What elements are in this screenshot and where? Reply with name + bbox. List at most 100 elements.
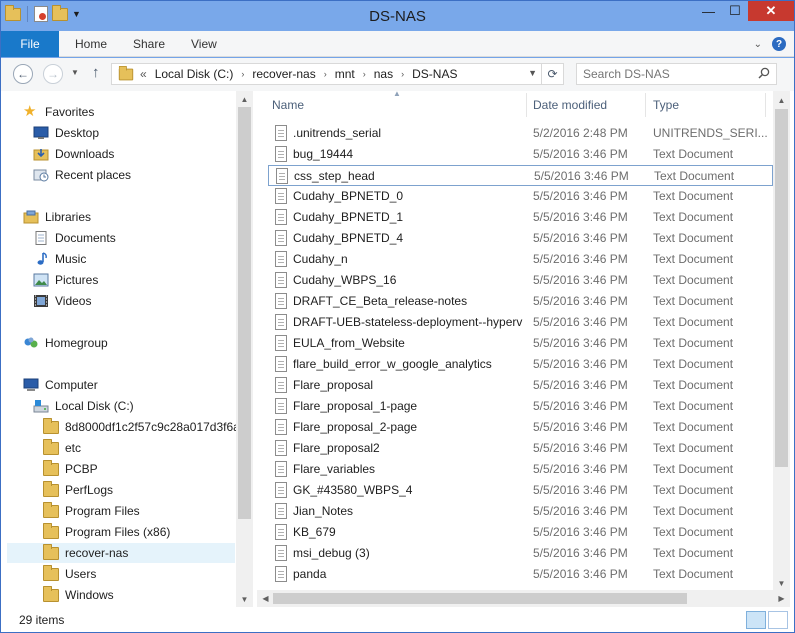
nav-recent-places[interactable]: Recent places — [33, 165, 131, 185]
breadcrumb-separator-icon[interactable]: › — [401, 69, 404, 79]
scroll-left-icon[interactable]: ◀ — [257, 591, 274, 605]
nav-libraries[interactable]: Libraries — [23, 207, 91, 227]
column-header-date[interactable]: Date modified — [533, 91, 607, 119]
maximize-button[interactable]: ☐ — [722, 1, 748, 21]
nav-folder[interactable]: Windows — [43, 585, 114, 605]
file-row[interactable]: bug_19444 5/5/2016 3:46 PM Text Document — [268, 144, 773, 165]
address-bar[interactable]: « Local Disk (C:) › recover-nas › mnt › … — [111, 63, 564, 85]
file-row[interactable]: Flare_variables 5/5/2016 3:46 PM Text Docu… — [268, 459, 773, 480]
scroll-down-icon[interactable]: ▼ — [236, 592, 253, 606]
search-icon[interactable] — [758, 67, 770, 79]
file-type: Text Document — [654, 169, 735, 183]
large-icons-view-button[interactable] — [768, 611, 788, 629]
breadcrumb-item[interactable]: Local Disk (C:) — [155, 67, 234, 81]
file-row[interactable]: flare_build_error_w_google_analytics 5/5/… — [268, 354, 773, 375]
file-list-horizontal-scrollbar[interactable]: ◀ ▶ — [257, 590, 790, 607]
up-button[interactable]: ↑ — [92, 64, 100, 81]
file-row[interactable]: DRAFT_CE_Beta_release-notes 5/5/2016 3:46… — [268, 291, 773, 312]
file-row[interactable]: Flare_proposal_1-page 5/5/2016 3:46 PM Tex… — [268, 396, 773, 417]
vertical-scroll-thumb[interactable] — [775, 109, 788, 467]
file-row[interactable]: GK_#43580_WBPS_4 5/5/2016 3:46 PM Text Doc… — [268, 480, 773, 501]
breadcrumb-separator-icon[interactable]: › — [363, 69, 366, 79]
nav-music[interactable]: Music — [33, 249, 86, 269]
refresh-icon[interactable]: ⟳ — [541, 64, 563, 84]
file-row[interactable]: EULA_from_Website 5/5/2016 3:46 PM Text Do… — [268, 333, 773, 354]
nav-downloads[interactable]: Downloads — [33, 144, 114, 164]
nav-folder[interactable]: Program Files (x86) — [43, 522, 170, 542]
nav-folder[interactable]: Program Files — [43, 501, 140, 521]
breadcrumb-item[interactable]: DS-NAS — [412, 67, 457, 81]
column-header-name[interactable]: Name — [272, 91, 304, 119]
file-row[interactable]: Cudahy_WBPS_16 5/5/2016 3:46 PM Text Docum… — [268, 270, 773, 291]
forward-button[interactable]: → — [43, 64, 63, 84]
file-row[interactable]: css_step_head 5/5/2016 3:46 PM Text Docume… — [268, 165, 773, 186]
nav-documents[interactable]: Documents — [33, 228, 116, 248]
file-list-vertical-scrollbar[interactable]: ▲ ▼ — [773, 91, 790, 591]
breadcrumb-separator-icon[interactable]: › — [324, 69, 327, 79]
close-button[interactable]: ✕ — [748, 1, 794, 21]
nav-folder[interactable]: Users — [43, 564, 96, 584]
file-row[interactable]: DRAFT-UEB-stateless-deployment--hyperv 5/… — [268, 312, 773, 333]
recent-locations-dropdown[interactable]: ▼ — [71, 68, 79, 77]
address-dropdown-icon[interactable]: ▼ — [528, 68, 537, 78]
search-box[interactable] — [576, 63, 777, 85]
file-row[interactable]: .unitrends_serial 5/2/2016 2:48 PM UNITREN… — [268, 123, 773, 144]
text-document-icon — [275, 377, 287, 393]
file-row[interactable]: KB_679 5/5/2016 3:46 PM Text Document — [268, 522, 773, 543]
file-row[interactable]: msi_debug (3) 5/5/2016 3:46 PM Text Docume… — [268, 543, 773, 564]
nav-scroll-thumb[interactable] — [238, 107, 251, 519]
nav-desktop[interactable]: Desktop — [33, 123, 99, 143]
nav-scrollbar[interactable]: ▲ ▼ — [236, 91, 253, 607]
back-button[interactable]: ← — [13, 64, 33, 84]
nav-folder[interactable]: PerfLogs — [43, 480, 113, 500]
details-view-button[interactable] — [746, 611, 766, 629]
file-date-modified: 5/5/2016 3:46 PM — [533, 147, 628, 161]
column-separator[interactable] — [765, 93, 766, 117]
scroll-up-icon[interactable]: ▲ — [236, 92, 253, 106]
title-bar[interactable]: ▼ DS-NAS — ☐ ✕ — [1, 1, 794, 31]
file-row[interactable]: Cudahy_BPNETD_0 5/5/2016 3:46 PM Text Docu… — [268, 186, 773, 207]
help-icon[interactable]: ? — [772, 37, 786, 51]
nav-videos[interactable]: Videos — [33, 291, 91, 311]
file-row[interactable]: Flare_proposal 5/5/2016 3:46 PM Text Docum… — [268, 375, 773, 396]
scroll-up-icon[interactable]: ▲ — [773, 93, 790, 107]
minimize-button[interactable]: — — [695, 1, 722, 21]
nav-folder[interactable]: PCBP — [43, 459, 98, 479]
tab-view[interactable]: View — [191, 37, 217, 51]
nav-folder[interactable]: 8d8000df1c2f57c9c28a017d3f6a — [43, 417, 236, 437]
nav-homegroup[interactable]: Homegroup — [23, 333, 108, 353]
column-separator[interactable] — [645, 93, 646, 117]
file-row[interactable]: Cudahy_BPNETD_1 5/5/2016 3:46 PM Text Docu… — [268, 207, 773, 228]
expand-ribbon-icon[interactable]: ⌄ — [754, 39, 762, 50]
file-row[interactable]: Flare_proposal2 5/5/2016 3:46 PM Text Docu… — [268, 438, 773, 459]
scroll-right-icon[interactable]: ▶ — [773, 591, 790, 605]
file-row[interactable]: panda 5/5/2016 3:46 PM Text Document — [268, 564, 773, 585]
file-type: Text Document — [653, 567, 734, 581]
nav-favorites[interactable]: ★ Favorites — [23, 102, 94, 122]
nav-pictures[interactable]: Pictures — [33, 270, 98, 290]
tab-home[interactable]: Home — [75, 37, 107, 51]
breadcrumb-item[interactable]: mnt — [335, 67, 355, 81]
nav-folder[interactable]: etc — [43, 438, 81, 458]
breadcrumb-overflow[interactable]: « — [140, 67, 147, 81]
breadcrumb-separator-icon[interactable]: › — [241, 69, 244, 79]
column-separator[interactable] — [526, 93, 527, 117]
file-date-modified: 5/5/2016 3:46 PM — [533, 399, 628, 413]
file-row[interactable]: Jian_Notes 5/5/2016 3:46 PM Text Document — [268, 501, 773, 522]
file-row[interactable]: Cudahy_n 5/5/2016 3:46 PM Text Document — [268, 249, 773, 270]
file-name: DRAFT_CE_Beta_release-notes — [293, 294, 468, 308]
horizontal-scroll-thumb[interactable] — [273, 593, 687, 604]
tab-file[interactable]: File — [1, 31, 59, 57]
scroll-down-icon[interactable]: ▼ — [773, 576, 790, 590]
nav-local-disk[interactable]: Local Disk (C:) — [33, 396, 134, 416]
tab-share[interactable]: Share — [133, 37, 165, 51]
breadcrumb-item[interactable]: recover-nas — [252, 67, 315, 81]
search-input[interactable] — [583, 64, 753, 84]
nav-computer[interactable]: Computer — [23, 375, 98, 395]
file-row[interactable]: Cudahy_BPNETD_4 5/5/2016 3:46 PM Text Docu… — [268, 228, 773, 249]
nav-folder-selected[interactable]: recover-nas — [7, 543, 235, 563]
column-header-type[interactable]: Type — [653, 91, 679, 119]
breadcrumb-item[interactable]: nas — [374, 67, 393, 81]
file-row[interactable]: Flare_proposal_2-page 5/5/2016 3:46 PM Tex… — [268, 417, 773, 438]
file-name: Cudahy_n — [293, 252, 348, 266]
